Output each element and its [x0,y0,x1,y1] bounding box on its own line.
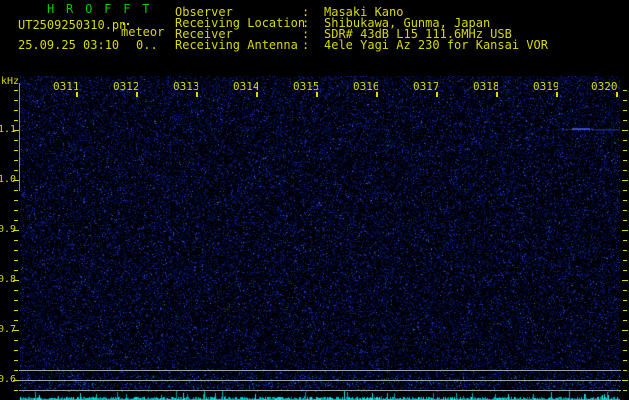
khz-unit-label: kHz [1,76,20,87]
draw-cursor-line [19,83,20,191]
y-axis-tick-left [14,90,18,91]
y-axis-tick-right [623,210,627,211]
y-axis-tick-right [623,110,627,111]
y-axis-tick-left [13,230,19,231]
y-axis-tick-left [14,340,18,341]
y-axis-tick-right [623,300,627,301]
hrofft-window: H R O F F T UT2509250310.pn meteor 25.09… [0,0,629,400]
x-axis-minute-tick [436,92,438,97]
y-axis-tick-left [13,180,19,181]
filename-label: UT2509250310.pn [18,18,127,32]
y-axis-tick-right [623,100,627,101]
y-axis-tick-right [623,260,627,261]
time-label-0312: 0312 [113,81,138,92]
y-axis-tick-left [13,330,19,331]
reference-line-058khz [19,390,621,391]
y-axis-tick-left [14,100,18,101]
y-axis-tick-right [623,150,627,151]
y-axis-tick-right [622,330,628,331]
x-axis-minute-tick [256,92,258,97]
y-axis-tick-left [14,390,18,391]
time-label-0315: 0315 [293,81,318,92]
y-axis-tick-right [623,90,627,91]
time-label-0313: 0313 [173,81,198,92]
y-axis-tick-left [14,300,18,301]
app-title: H R O F F T [47,2,152,16]
y-axis-tick-left [14,350,18,351]
y-axis-tick-left [14,160,18,161]
field-label-antenna: Receiving Antenna [175,38,298,52]
y-axis-tick-right [623,340,627,341]
y-axis-tick-right [623,200,627,201]
y-axis-tick-left [14,200,18,201]
y-axis-tick-right [623,190,627,191]
x-axis-minute-tick [136,92,138,97]
y-axis-tick-left [14,290,18,291]
time-label-0314: 0314 [233,81,258,92]
y-axis-tick-left [14,120,18,121]
x-axis-minute-tick [556,92,558,97]
y-axis-tick-right [623,350,627,351]
y-axis-tick-right [622,130,628,131]
time-label-0316: 0316 [353,81,378,92]
y-axis-tick-left [14,270,18,271]
y-axis-tick-right [623,360,627,361]
y-axis-tick-right [623,320,627,321]
time-label-0319: 0319 [533,81,558,92]
x-axis-minute-tick [196,92,198,97]
y-axis-tick-right [623,160,627,161]
y-axis-tick-right [623,310,627,311]
y-axis-tick-left [14,360,18,361]
y-axis-tick-left [14,140,18,141]
y-axis-tick-left [14,260,18,261]
y-axis-tick-right [623,370,627,371]
y-axis-tick-right [623,240,627,241]
y-axis-tick-left [14,320,18,321]
y-axis-tick-right [623,290,627,291]
y-axis-tick-left [14,310,18,311]
y-axis-tick-right [623,220,627,221]
echo-counter: 0.. [136,38,158,52]
x-axis-minute-tick [616,92,618,97]
datetime-label: 25.09.25 03:10 [18,38,120,52]
spectrogram-canvas [20,76,620,400]
x-axis-minute-tick [496,92,498,97]
y-axis-tick-left [14,220,18,221]
y-axis-tick-left [14,370,18,371]
y-axis-tick-left [13,280,19,281]
y-axis-tick-right [622,230,628,231]
y-axis-tick-left [14,110,18,111]
y-axis-tick-right [622,380,628,381]
station-label: meteor [121,25,165,39]
time-label-0320: 0320 [591,81,618,92]
x-axis-minute-tick [376,92,378,97]
y-axis-tick-right [622,180,628,181]
y-axis-tick-right [623,250,627,251]
y-axis-tick-left [14,240,18,241]
y-axis-tick-left [14,210,18,211]
y-axis-tick-left [13,380,19,381]
reference-line-062khz [19,370,621,371]
y-axis-tick-right [623,140,627,141]
y-axis-tick-left [13,130,19,131]
field-separator: : [302,38,310,52]
y-axis-tick-right [623,270,627,271]
field-value-antenna: 4ele Yagi Az 230 for Kansai VOR [324,38,548,52]
y-axis-tick-left [14,250,18,251]
y-axis-tick-right [622,280,628,281]
time-label-0318: 0318 [473,81,498,92]
y-axis-tick-left [14,170,18,171]
reference-line-060khz [19,380,621,381]
y-axis-tick-right [623,170,627,171]
y-axis-tick-right [623,390,627,391]
x-axis-minute-tick [76,92,78,97]
time-label-0311: 0311 [53,81,78,92]
y-axis-tick-left [14,150,18,151]
y-axis-tick-left [14,190,18,191]
y-axis-tick-right [623,120,627,121]
time-label-0317: 0317 [413,81,438,92]
x-axis-minute-tick [316,92,318,97]
